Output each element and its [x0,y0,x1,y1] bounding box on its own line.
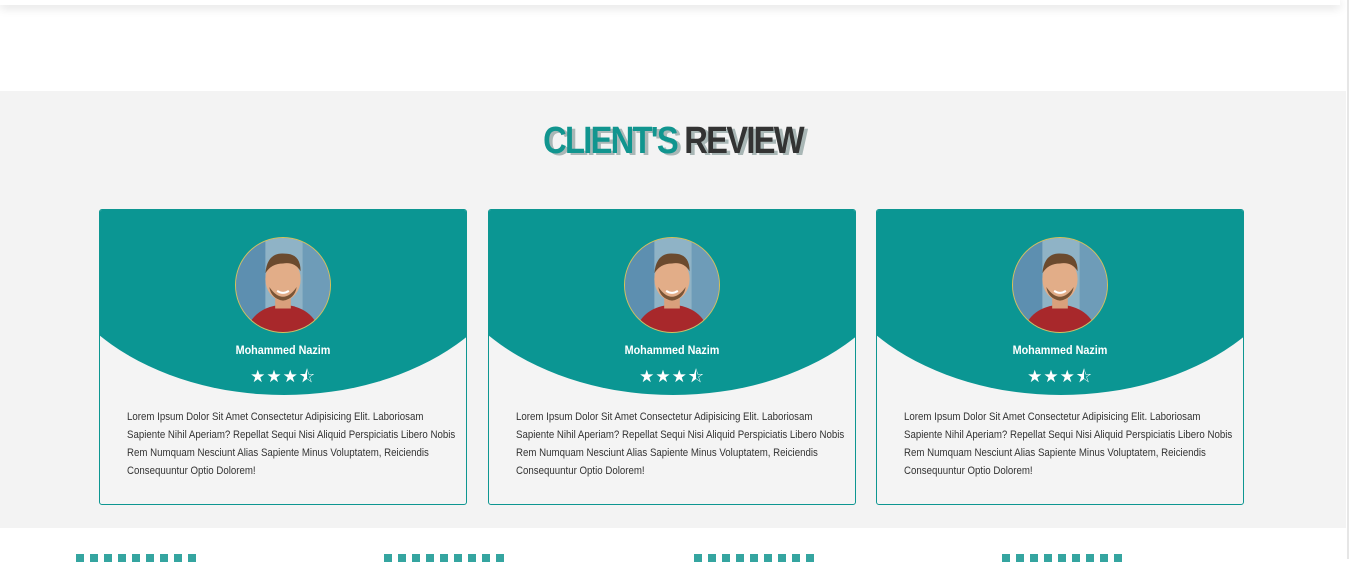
review-card: Mohammed Nazim ★★★⯪ Lorem Ipsum Dolor Si… [99,209,467,505]
reviewer-name: Mohammed Nazim [624,343,720,357]
avatar [624,237,720,333]
review-text: Lorem Ipsum Dolor Sit Amet Consectetur A… [127,411,456,477]
section-title-accent: CLIENT'S [543,120,679,162]
review-text: Lorem Ipsum Dolor Sit Amet Consectetur A… [516,411,845,477]
star-icon: ★ [671,367,688,386]
section-title-rest: REVIEW [684,120,804,162]
section-title: CLIENT'S REVIEW [94,120,1252,163]
reviewer-name: Mohammed Nazim [235,343,331,357]
review-card: Mohammed Nazim ★★★⯪ Lorem Ipsum Dolor Si… [488,209,856,505]
review-card: Mohammed Nazim ★★★⯪ Lorem Ipsum Dolor Si… [876,209,1244,505]
next-section-heading-peek [1002,548,1122,562]
user-photo-icon [236,238,330,332]
avatar [1012,237,1108,333]
star-icon: ★ [250,367,267,386]
star-icon: ★ [282,367,299,386]
header-bar-shadow [0,0,1340,5]
user-photo-icon [625,238,719,332]
star-icon: ★ [1043,367,1060,386]
rating-stars: ★★★⯪ [100,364,466,393]
avatar [235,237,331,333]
star-icon: ★ [639,367,656,386]
review-text: Lorem Ipsum Dolor Sit Amet Consectetur A… [904,411,1233,477]
user-photo-icon [1013,238,1107,332]
next-section-heading-peek [384,548,504,562]
star-half-icon: ⯪ [1075,367,1093,386]
star-half-icon: ⯪ [687,367,705,386]
next-section-heading-peek [76,548,196,562]
star-icon: ★ [1059,367,1076,386]
rating-stars: ★★★⯪ [877,364,1243,393]
star-icon: ★ [266,367,283,386]
rating-stars: ★★★⯪ [489,364,855,393]
next-section-heading-peek [694,548,814,562]
star-half-icon: ⯪ [298,367,316,386]
reviewer-name: Mohammed Nazim [1012,343,1108,357]
star-icon: ★ [655,367,672,386]
star-icon: ★ [1027,367,1044,386]
